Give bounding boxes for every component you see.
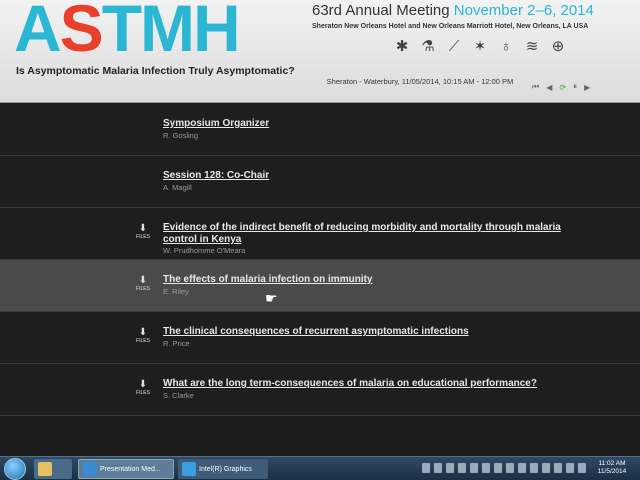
refresh-icon[interactable]: ⟳ [559, 83, 566, 92]
dna-icon: ≋ [525, 38, 539, 55]
presentation-title-link[interactable]: The clinical consequences of recurrent a… [163, 326, 573, 338]
presentation-row[interactable]: ⬇ FILES The clinical consequences of recur… [0, 312, 640, 364]
presentation-title-link[interactable]: What are the long term-consequences of m… [163, 378, 573, 390]
files-label: FILES [136, 390, 150, 396]
presentation-title-link[interactable]: Symposium Organizer [163, 118, 573, 130]
tray-icon[interactable] [470, 463, 478, 473]
logo-letter: H [193, 0, 241, 65]
graphics-taskbar-button[interactable]: Intel(R) Graphics [178, 459, 268, 479]
meeting-title: 63rd Annual Meeting [312, 2, 450, 19]
files-label: FILES [136, 338, 150, 344]
session-title: Is Asymptomatic Malaria Infection Truly … [16, 65, 295, 77]
download-icon: ⬇ [138, 379, 148, 390]
logo-letter: S [59, 0, 104, 65]
meeting-dates: November 2–6, 2014 [453, 2, 594, 19]
tray-icon[interactable] [458, 463, 466, 473]
next-icon[interactable]: ▶ [584, 83, 590, 92]
insect-icon: ✱ [395, 38, 409, 55]
player-controls: ⏮ ◀ ⟳ ⏸ ▶ [532, 82, 590, 92]
download-icon: ⬇ [138, 275, 148, 286]
tray-icon[interactable] [494, 463, 502, 473]
presentation-taskbar-button[interactable]: Presentation Med... [78, 459, 174, 479]
files-label: FILES [136, 286, 150, 292]
tray-icon[interactable] [422, 463, 430, 473]
logo-letter: A [14, 0, 62, 65]
mosquito-icon: ✶ [473, 38, 487, 55]
presentation-title-link[interactable]: Evidence of the indirect benefit of redu… [163, 222, 573, 246]
microscope-icon: ⚗ [421, 38, 435, 55]
presenter-name: R. Gosling [163, 131, 199, 140]
download-files-button[interactable]: ⬇ FILES [133, 275, 153, 293]
browser-icon [83, 462, 97, 476]
clock-date: 11/5/2014 [597, 468, 627, 475]
tray-icon[interactable] [482, 463, 490, 473]
presentation-title-link[interactable]: The effects of malaria infection on immu… [163, 274, 573, 286]
tray-icon[interactable] [578, 463, 586, 473]
download-icon: ⬇ [138, 223, 148, 234]
presentation-row[interactable]: Symposium Organizer R. Gosling [0, 104, 640, 156]
graphics-taskbar-label: Intel(R) Graphics [199, 465, 252, 473]
tray-icon[interactable] [518, 463, 526, 473]
clock-time: 11:02 AM [598, 460, 626, 467]
download-files-button[interactable]: ⬇ FILES [133, 379, 153, 397]
intel-graphics-icon [182, 462, 196, 476]
mouse-cursor-icon: ☛ [265, 290, 278, 306]
explorer-taskbar-button[interactable] [34, 459, 72, 479]
tray-icon[interactable] [446, 463, 454, 473]
first-icon[interactable]: ⏮ [532, 82, 539, 92]
tray-icon[interactable] [530, 463, 538, 473]
folder-icon [38, 462, 52, 476]
conference-header: ASTMH 63rd Annual Meeting November 2–6, … [0, 0, 640, 103]
tray-icon[interactable] [542, 463, 550, 473]
astmh-logo: ASTMH [14, 0, 241, 65]
screen: ASTMH 63rd Annual Meeting November 2–6, … [0, 0, 640, 480]
presenter-name: W. Prudhomme O'Meara [163, 246, 246, 255]
session-info: Sheraton - Waterbury, 11/05/2014, 10:15 … [326, 77, 514, 86]
presentation-list: Symposium Organizer R. Gosling Session 128… [0, 104, 640, 416]
prev-icon[interactable]: ◀ [546, 83, 552, 92]
syringe-icon: ⟋ [448, 37, 460, 55]
tray-icon[interactable] [554, 463, 562, 473]
presenter-name: S. Clarke [163, 391, 194, 400]
presentation-taskbar-label: Presentation Med... [100, 465, 161, 473]
files-label: FILES [136, 234, 150, 240]
presentation-row[interactable]: ⬇ FILES The effects of malaria infection o… [0, 260, 640, 312]
header-icon-row: ✱ ⚗ ⟋ ✶ ♁ ≋ ⊕ [392, 36, 568, 56]
pause-icon[interactable]: ⏸ [573, 82, 577, 92]
presenter-name: E. Riley [163, 287, 189, 296]
presenter-name: A. Magill [163, 183, 192, 192]
clock[interactable]: 11:02 AM 11/5/2014 [590, 460, 634, 476]
tray-icon[interactable] [566, 463, 574, 473]
presentation-title-link[interactable]: Session 128: Co-Chair [163, 170, 573, 182]
globe-icon: ⊕ [551, 38, 565, 55]
stethoscope-icon: ♁ [500, 37, 512, 55]
taskbar: Presentation Med... Intel(R) Graphics 11… [0, 456, 640, 480]
logo-letter: M [140, 0, 195, 65]
logo-letter: T [101, 0, 142, 65]
hotels-line: Sheraton New Orleans Hotel and New Orlea… [312, 23, 589, 30]
download-icon: ⬇ [138, 327, 148, 338]
start-button[interactable] [4, 458, 26, 480]
presentation-row[interactable]: ⬇ FILES What are the long term-consequence… [0, 364, 640, 416]
tray-icon[interactable] [434, 463, 442, 473]
download-files-button[interactable]: ⬇ FILES [133, 223, 153, 241]
presenter-name: R. Price [163, 339, 190, 348]
meeting-banner: 63rd Annual Meeting November 2–6, 2014 [312, 2, 594, 19]
presentation-row[interactable]: ⬇ FILES Evidence of the indirect benefit o… [0, 208, 640, 260]
tray-icon[interactable] [506, 463, 514, 473]
download-files-button[interactable]: ⬇ FILES [133, 327, 153, 345]
presentation-row[interactable]: Session 128: Co-Chair A. Magill [0, 156, 640, 208]
system-tray [422, 463, 586, 473]
